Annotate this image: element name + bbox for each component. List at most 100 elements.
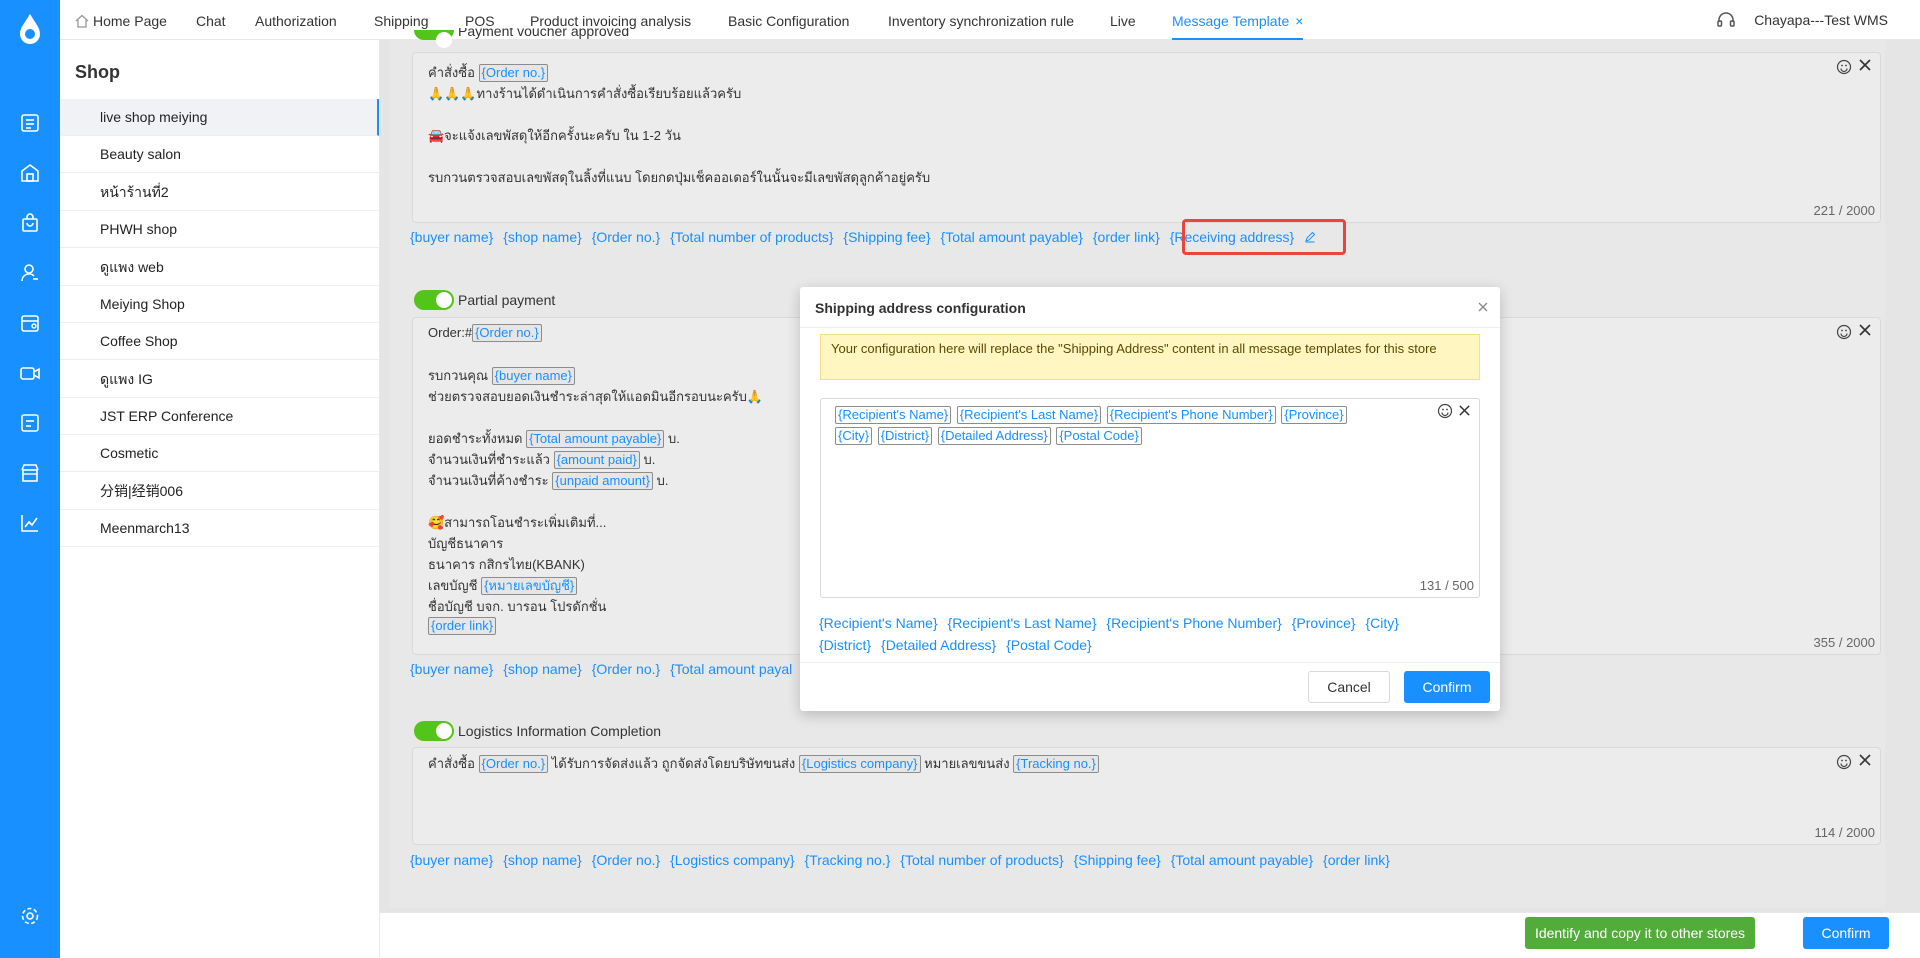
var-chip[interactable]: {หมายเลขบัญชี}	[481, 577, 578, 595]
headset-icon[interactable]	[1716, 10, 1736, 30]
var-chip[interactable]: {Detailed Address}	[937, 427, 1051, 445]
var-chip[interactable]: {City}	[835, 427, 873, 445]
variable-link[interactable]: {Province}	[1292, 615, 1356, 631]
var-chip[interactable]: {Tracking no.}	[1013, 755, 1099, 773]
shop-item[interactable]: ดูแพง IG	[60, 361, 379, 398]
tab-chat[interactable]: Chat	[196, 0, 226, 40]
orders-icon[interactable]	[19, 112, 41, 134]
variable-link[interactable]: {Recipient's Last Name}	[948, 615, 1097, 631]
variable-link[interactable]: {shop name}	[503, 661, 582, 677]
variable-link[interactable]: {Order no.}	[592, 661, 661, 677]
address-template-editor[interactable]: {Recipient's Name} {Recipient's Last Nam…	[820, 398, 1480, 598]
variable-link[interactable]: {buyer name}	[410, 229, 493, 245]
variable-link[interactable]: {Order no.}	[592, 229, 661, 245]
shop-item[interactable]: Cosmetic	[60, 435, 379, 472]
variable-link[interactable]: {Shipping fee}	[843, 229, 930, 245]
var-chip[interactable]: {order link}	[428, 617, 497, 635]
variable-link[interactable]: {Shipping fee}	[1074, 852, 1161, 868]
variable-link[interactable]: {Total number of products}	[900, 852, 1063, 868]
settings-gear-icon[interactable]	[19, 905, 41, 927]
copy-to-other-stores-button[interactable]: Identify and copy it to other stores	[1525, 917, 1755, 949]
tab-authorization[interactable]: Authorization	[255, 0, 337, 40]
shop-item[interactable]: 分销|经销006	[60, 473, 379, 510]
var-chip[interactable]: {buyer name}	[491, 367, 576, 385]
shopping-bag-icon[interactable]	[19, 212, 41, 234]
variable-link[interactable]: {shop name}	[503, 852, 582, 868]
tab-inventory-sync-rule[interactable]: Inventory synchronization rule	[888, 0, 1074, 40]
close-icon[interactable]	[1476, 300, 1490, 314]
variable-link[interactable]: {Detailed Address}	[881, 637, 996, 653]
clear-icon[interactable]	[1858, 58, 1872, 72]
store-icon[interactable]	[19, 312, 41, 334]
variable-link[interactable]: {order link}	[1323, 852, 1390, 868]
variable-link[interactable]: {Total amount payable}	[941, 229, 1083, 245]
tab-message-template[interactable]: Message Template ×	[1172, 0, 1304, 40]
shop-item[interactable]: หน้าร้านที่2	[60, 174, 379, 211]
analytics-icon[interactable]	[19, 512, 41, 534]
shop-item[interactable]: Beauty salon	[60, 136, 379, 173]
report-icon[interactable]	[19, 412, 41, 434]
section1-toggle[interactable]	[414, 30, 454, 48]
shop-item[interactable]: Meiying Shop	[60, 286, 379, 323]
variable-link[interactable]: {Order no.}	[592, 852, 661, 868]
variable-link[interactable]: {City}	[1365, 615, 1398, 631]
shop-front-icon[interactable]	[19, 462, 41, 484]
shop-item[interactable]: JST ERP Conference	[60, 398, 379, 435]
variable-link[interactable]: {Logistics company}	[670, 852, 795, 868]
shop-item[interactable]: Meenmarch13	[60, 510, 379, 547]
cancel-button[interactable]: Cancel	[1308, 671, 1390, 703]
clear-icon[interactable]	[1458, 404, 1471, 417]
section1-editor[interactable]: คำสั่งซื้อ {Order no.} 🙏🙏🙏ทางร้านได้ดำเน…	[412, 52, 1881, 223]
variable-link[interactable]: {Recipient's Name}	[819, 615, 938, 631]
section2-toggle[interactable]	[414, 290, 454, 310]
shop-item[interactable]: live shop meiying	[60, 99, 379, 136]
var-chip[interactable]: {District}	[877, 427, 933, 445]
variable-link[interactable]: {Recipient's Phone Number}	[1106, 615, 1281, 631]
variable-link[interactable]: {Total amount payal	[670, 661, 792, 677]
var-chip[interactable]: {Total amount payable}	[526, 430, 665, 448]
video-icon[interactable]	[19, 362, 41, 384]
clear-icon[interactable]	[1858, 753, 1872, 767]
shop-item[interactable]: Coffee Shop	[60, 323, 379, 360]
var-chip[interactable]: {Order no.}	[478, 64, 549, 82]
footer-confirm-button[interactable]: Confirm	[1803, 917, 1889, 949]
variable-link[interactable]: {buyer name}	[410, 661, 493, 677]
emoji-icon[interactable]	[1836, 59, 1852, 75]
tab-home-page[interactable]: Home Page	[75, 0, 167, 40]
variable-link[interactable]: {Postal Code}	[1006, 637, 1092, 653]
tab-basic-configuration[interactable]: Basic Configuration	[728, 0, 849, 40]
emoji-icon[interactable]	[1836, 324, 1852, 340]
customer-icon[interactable]	[19, 262, 41, 284]
section3-editor[interactable]: คำสั่งซื้อ {Order no.} ได้รับการจัดส่งแล…	[412, 747, 1881, 845]
var-chip[interactable]: {Postal Code}	[1056, 427, 1142, 445]
variable-link[interactable]: {District}	[819, 637, 871, 653]
var-chip[interactable]: {Recipient's Last Name}	[956, 406, 1102, 424]
warehouse-icon[interactable]	[19, 162, 41, 184]
app-logo-icon[interactable]	[14, 12, 46, 46]
var-chip[interactable]: {Logistics company}	[798, 755, 921, 773]
variable-link[interactable]: {Total amount payable}	[1171, 852, 1313, 868]
var-chip[interactable]: {Recipient's Name}	[835, 406, 952, 424]
modal-variable-list: {Recipient's Name} {Recipient's Last Nam…	[819, 612, 1459, 656]
emoji-icon[interactable]	[1437, 403, 1453, 419]
tab-close-icon[interactable]: ×	[1295, 13, 1303, 29]
var-chip[interactable]: {Order no.}	[478, 755, 549, 773]
clear-icon[interactable]	[1858, 323, 1872, 337]
tab-live[interactable]: Live	[1110, 0, 1136, 40]
variable-link[interactable]: {Total number of products}	[670, 229, 833, 245]
shop-item[interactable]: ดูแพง web	[60, 249, 379, 286]
variable-link[interactable]: {order link}	[1093, 229, 1160, 245]
var-chip[interactable]: {amount paid}	[553, 451, 640, 469]
var-chip[interactable]: {Recipient's Phone Number}	[1106, 406, 1276, 424]
var-chip[interactable]: {unpaid amount}	[552, 472, 653, 490]
variable-link[interactable]: {Tracking no.}	[805, 852, 891, 868]
var-chip[interactable]: {Province}	[1281, 406, 1347, 424]
variable-link[interactable]: {shop name}	[503, 229, 582, 245]
emoji-icon[interactable]	[1836, 754, 1852, 770]
variable-link[interactable]: {buyer name}	[410, 852, 493, 868]
modal-confirm-button[interactable]: Confirm	[1404, 671, 1490, 703]
section3-toggle[interactable]	[414, 721, 454, 741]
var-chip[interactable]: {Order no.}	[472, 324, 542, 342]
shop-item[interactable]: PHWH shop	[60, 211, 379, 248]
user-name[interactable]: Chayapa---Test WMS	[1754, 12, 1888, 28]
